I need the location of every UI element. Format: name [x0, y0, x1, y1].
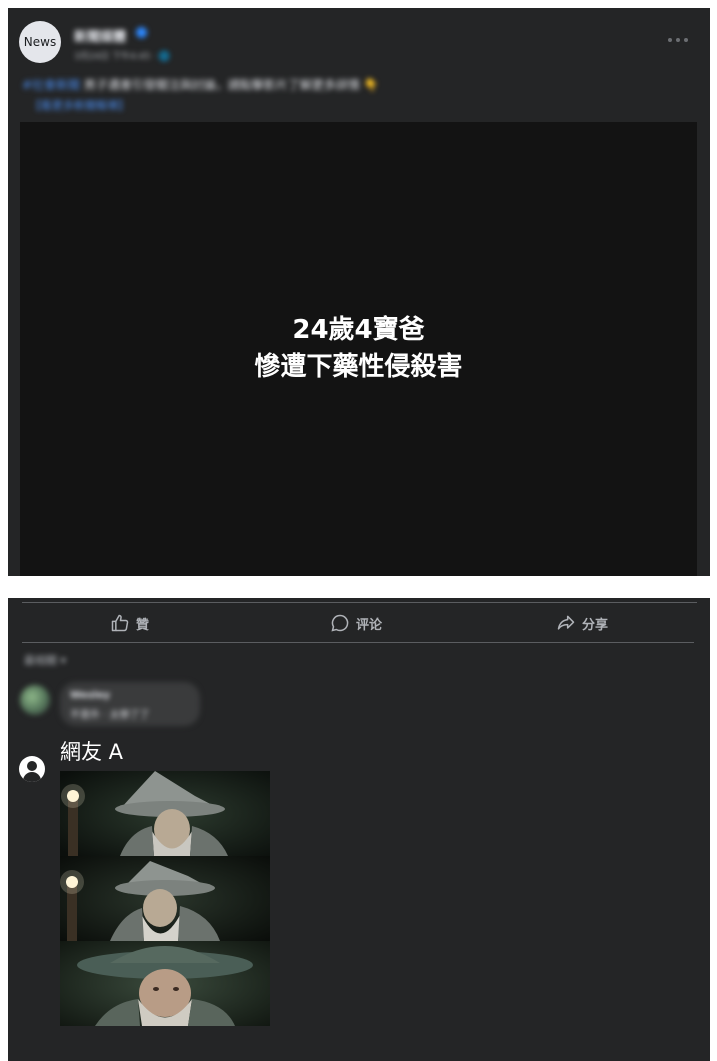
thumbs-up-icon — [111, 614, 129, 632]
commenter-name[interactable]: Wesley — [70, 690, 110, 701]
caption-link[interactable]: 【看更多新聞報導】 — [30, 97, 129, 113]
more-options-icon[interactable] — [668, 38, 688, 44]
page-name[interactable]: 新聞媒體 — [74, 26, 126, 45]
video-title-line2: 慘遭下藥性侵殺害 — [254, 352, 463, 382]
commenter-avatar[interactable] — [20, 685, 50, 715]
white-strip — [8, 576, 710, 598]
facebook-post: News 新聞媒體 3月24日 下午4:45 · 🌐 #社會新聞 男子遇害引發關… — [8, 8, 710, 1061]
page-avatar-text: News — [23, 35, 57, 49]
share-label: 分享 — [582, 617, 609, 633]
comment-label: 评论 — [356, 617, 383, 633]
comment-button[interactable]: 评论 — [330, 611, 382, 635]
meme-panel-1 — [60, 771, 270, 856]
page-avatar[interactable]: News — [19, 21, 61, 63]
commenter-name-a[interactable]: 網友 A — [60, 736, 123, 766]
verified-badge-icon — [136, 27, 147, 38]
post-timestamp[interactable]: 3月24日 下午4:45 · 🌐 — [74, 49, 170, 62]
share-button[interactable]: 分享 — [556, 611, 608, 635]
caption-text: 男子遇害引發關注與討論，請點擊影片了解更多詳情 👇 — [83, 78, 379, 92]
comment-sort-dropdown[interactable]: 最相關 ▾ — [24, 652, 66, 668]
meme-image[interactable] — [60, 771, 270, 1026]
comment-text: 不意外 · 太惨了了 — [70, 710, 150, 721]
comment-bubble-icon — [331, 614, 349, 632]
caption-hashtag[interactable]: #社會新聞 — [22, 78, 80, 92]
meme-panel-2 — [60, 856, 270, 941]
like-label: 贊 — [136, 617, 150, 633]
video-title-line1: 24歲4寶爸 — [292, 315, 425, 345]
post-caption: #社會新聞 男子遇害引發關注與討論，請點擊影片了解更多詳情 👇 — [22, 77, 379, 94]
share-arrow-icon — [557, 615, 575, 630]
video-player[interactable]: 24歲4寶爸 慘遭下藥性侵殺害 — [20, 122, 697, 576]
divider-bottom — [22, 642, 694, 643]
like-button[interactable]: 贊 — [110, 611, 149, 635]
user-profile-icon — [19, 756, 45, 782]
divider-top — [22, 602, 697, 603]
meme-panel-3 — [60, 941, 270, 1026]
